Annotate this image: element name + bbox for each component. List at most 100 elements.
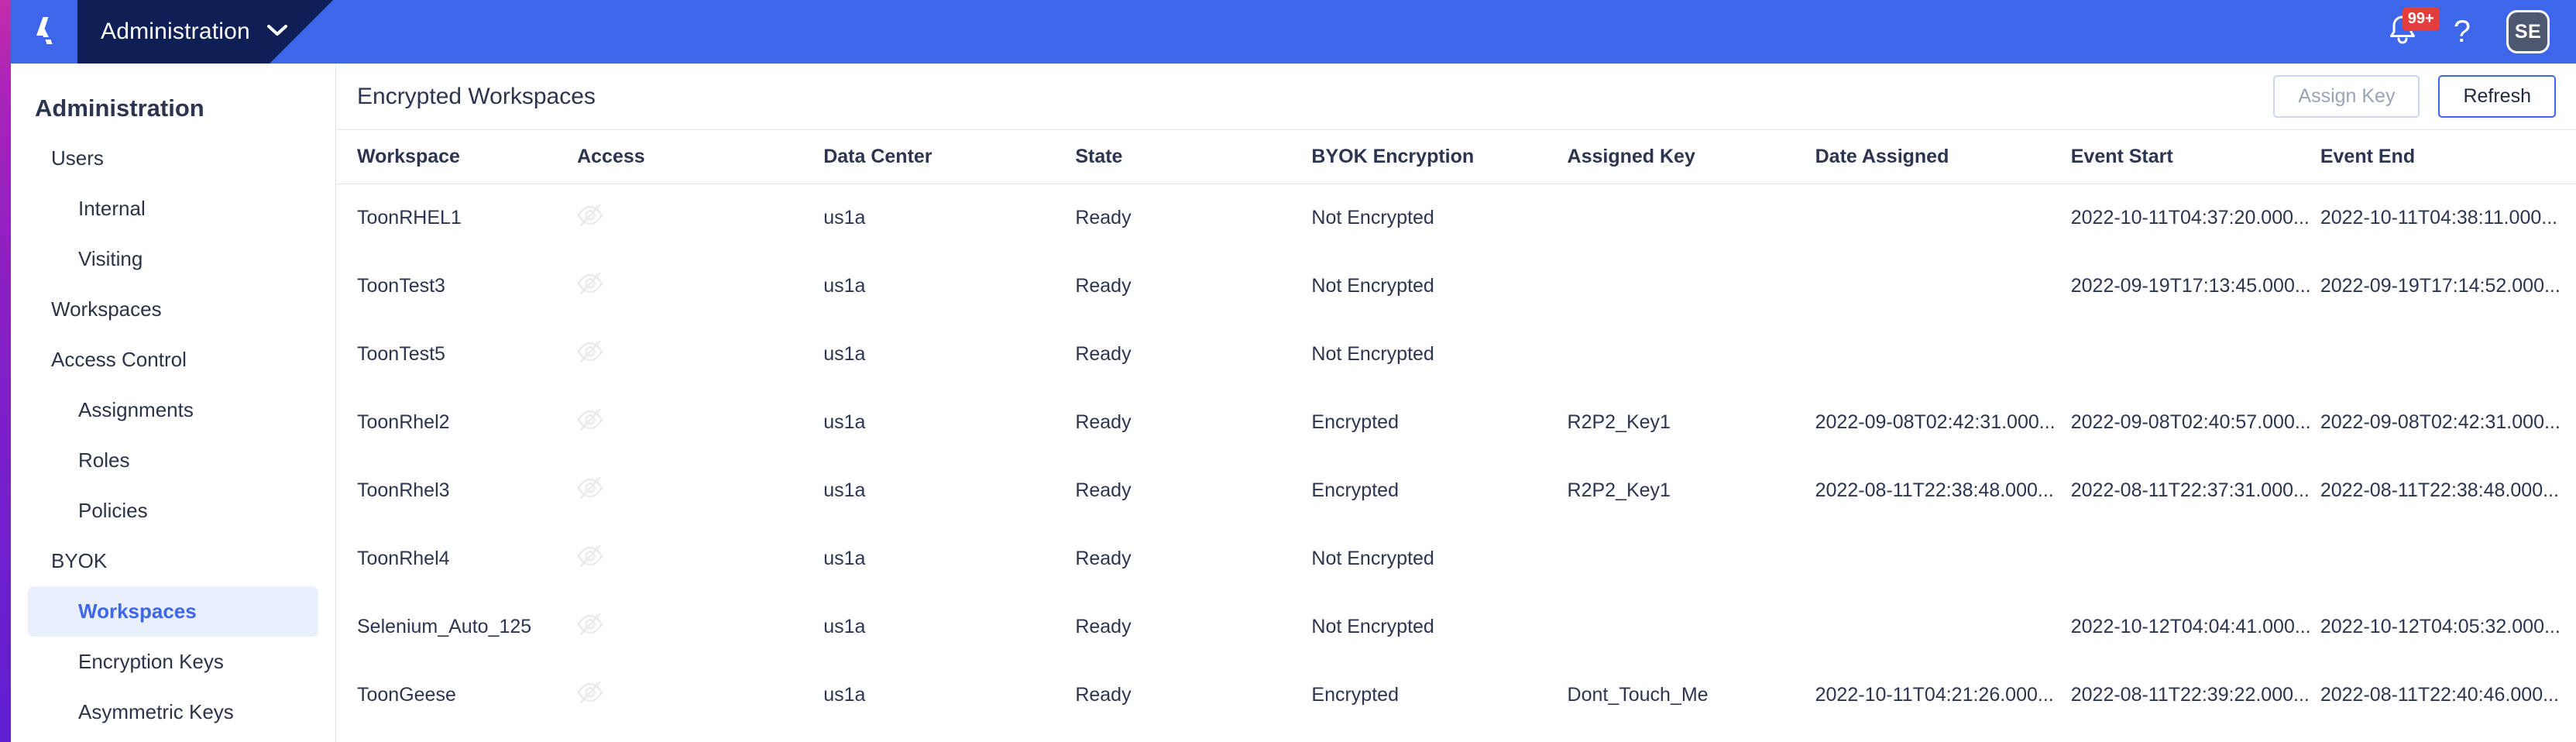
cell-byok-encryption: Encrypted bbox=[1311, 479, 1399, 501]
column-header-data-center[interactable]: Data Center bbox=[823, 130, 1076, 184]
column-header-access[interactable]: Access bbox=[577, 130, 824, 184]
cell-assigned-key: R2P2_Key1 bbox=[1567, 411, 1671, 433]
sidebar-item-roles[interactable]: Roles bbox=[11, 435, 335, 486]
cell-data-center bbox=[823, 730, 1075, 742]
cell-date-assigned bbox=[1815, 730, 2071, 742]
cell-workspace: ToonGeese bbox=[357, 684, 456, 706]
cell-byok-encryption: Not Encrypted bbox=[1311, 343, 1434, 365]
table-row[interactable]: ToonTest5 us1a Ready Not Encrypted bbox=[337, 321, 2576, 389]
question-mark-icon: ? bbox=[2453, 15, 2471, 49]
sidebar-title: Administration bbox=[35, 94, 204, 122]
cell-event-end bbox=[2320, 321, 2576, 389]
table-row[interactable]: Selenium_Auto_125 us1a Ready Not Encrypted 2… bbox=[337, 593, 2576, 661]
cell-data-center: us1a bbox=[823, 684, 866, 706]
encrypted-workspaces-table: Workspace Access Data Center State BYOK Encr… bbox=[337, 130, 2576, 742]
cell-data-center: us1a bbox=[823, 548, 866, 569]
table-header-row: Workspace Access Data Center State BYOK Encr… bbox=[337, 130, 2576, 184]
cell-access[interactable] bbox=[577, 252, 823, 321]
eye-off-icon bbox=[577, 476, 816, 505]
cell-date-assigned bbox=[1815, 184, 2071, 252]
cell-event-start bbox=[2071, 730, 2320, 742]
cell-byok-encryption: Encrypted bbox=[1311, 684, 1399, 706]
cell-assigned-key bbox=[1568, 321, 1815, 389]
app-title: Administration bbox=[101, 19, 250, 44]
cell-byok-encryption: Not Encrypted bbox=[1311, 616, 1434, 637]
cell-event-end: 2022-10-11T04:38:11.000... bbox=[2320, 207, 2558, 229]
app-switcher[interactable]: Administration bbox=[101, 0, 287, 64]
table-row[interactable]: ToonTest3 us1a Ready Not Encrypted 2022-09-1… bbox=[337, 252, 2576, 321]
cell-state: Ready bbox=[1075, 616, 1132, 637]
cell-data-center: us1a bbox=[823, 343, 866, 365]
cell-event-end: 2022-10-12T04:05:32.000... bbox=[2320, 616, 2561, 637]
eye-off-icon bbox=[577, 272, 816, 301]
cell-byok-encryption bbox=[1311, 730, 1567, 742]
table-row[interactable]: ToonGeese us1a Ready Encrypted Dont_Touch_Me… bbox=[337, 661, 2576, 730]
table-body: ToonRHEL1 us1a Ready Not Encrypted 2022-10-1… bbox=[337, 184, 2576, 742]
cell-access[interactable] bbox=[577, 457, 823, 525]
eye-off-icon bbox=[577, 613, 816, 641]
cell-access[interactable] bbox=[577, 593, 823, 661]
cell-state: Ready bbox=[1075, 207, 1132, 229]
sidebar-item-access-control[interactable]: Access Control bbox=[11, 335, 335, 385]
cell-event-end bbox=[2320, 525, 2576, 593]
sidebar-item-assignments[interactable]: Assignments bbox=[11, 385, 335, 435]
chevron-down-icon bbox=[266, 24, 287, 40]
sidebar-item-policies[interactable]: Policies bbox=[11, 486, 335, 536]
cell-access[interactable] bbox=[577, 321, 823, 389]
cell-byok-encryption: Encrypted bbox=[1311, 411, 1399, 433]
anaplan-a-logo-icon bbox=[26, 14, 62, 50]
column-header-assigned-key[interactable]: Assigned Key bbox=[1567, 130, 1815, 184]
cell-state: Ready bbox=[1075, 479, 1132, 501]
cell-date-assigned bbox=[1815, 525, 2071, 593]
column-header-event-end[interactable]: Event End bbox=[2320, 130, 2576, 184]
sidebar-item-visiting[interactable]: Visiting bbox=[11, 234, 335, 284]
sidebar-item-workspaces[interactable]: Workspaces bbox=[11, 284, 335, 335]
sidebar-item-asymmetric-keys[interactable]: Asymmetric Keys bbox=[11, 687, 335, 737]
refresh-button[interactable]: Refresh bbox=[2438, 75, 2556, 118]
cell-byok-encryption: Not Encrypted bbox=[1311, 207, 1434, 229]
cell-workspace: ToonTest5 bbox=[357, 343, 445, 365]
eye-off-icon bbox=[577, 408, 816, 437]
main-content: Encrypted Workspaces Assign Key Refresh … bbox=[337, 64, 2576, 742]
table-row[interactable]: ToonRhel2 us1a Ready Encrypted R2P2_Key1 2022… bbox=[337, 389, 2576, 457]
app-logo-tile[interactable] bbox=[11, 0, 77, 64]
avatar[interactable]: SE bbox=[2506, 10, 2550, 53]
cell-access[interactable] bbox=[577, 525, 823, 593]
cell-date-assigned: 2022-09-08T02:42:31.000... bbox=[1815, 411, 2056, 433]
column-header-event-start[interactable]: Event Start bbox=[2070, 130, 2320, 184]
table-scroll-container[interactable]: Workspace Access Data Center State BYOK Encr… bbox=[337, 130, 2576, 742]
sidebar-item-byok[interactable]: BYOK bbox=[11, 536, 335, 586]
cell-assigned-key bbox=[1568, 593, 1815, 661]
cell-access[interactable] bbox=[577, 389, 823, 457]
column-header-byok-encryption[interactable]: BYOK Encryption bbox=[1311, 130, 1568, 184]
cell-assigned-key: R2P2_Key1 bbox=[1567, 479, 1671, 501]
sidebar-item-users[interactable]: Users bbox=[11, 133, 335, 184]
cell-event-start bbox=[2071, 525, 2320, 593]
help-button[interactable]: ? bbox=[2454, 16, 2471, 47]
cell-date-assigned: 2022-08-11T22:38:48.000... bbox=[1815, 479, 2054, 501]
cell-access[interactable] bbox=[577, 661, 823, 730]
column-header-date-assigned[interactable]: Date Assigned bbox=[1815, 130, 2071, 184]
cell-data-center: us1a bbox=[823, 479, 866, 501]
table-row[interactable] bbox=[337, 730, 2576, 742]
cell-assigned-key bbox=[1568, 525, 1815, 593]
cell-event-start: 2022-08-11T22:39:22.000... bbox=[2070, 684, 2310, 706]
cell-assigned-key: Dont_Touch_Me bbox=[1567, 684, 1709, 706]
cell-workspace: ToonTest3 bbox=[357, 275, 445, 297]
cell-access[interactable] bbox=[577, 730, 823, 742]
assign-key-button[interactable]: Assign Key bbox=[2273, 75, 2420, 118]
sidebar-item-workspaces-selected[interactable]: Workspaces bbox=[28, 586, 318, 637]
table-row[interactable]: ToonRhel4 us1a Ready Not Encrypted bbox=[337, 525, 2576, 593]
eye-off-icon bbox=[577, 681, 816, 709]
cell-workspace: Selenium_Auto_125 bbox=[357, 616, 532, 637]
cell-workspace: ToonRHEL1 bbox=[357, 207, 462, 229]
column-header-state[interactable]: State bbox=[1075, 130, 1312, 184]
notifications-button[interactable]: 99+ bbox=[2387, 6, 2440, 50]
cell-workspace: ToonRhel2 bbox=[357, 411, 450, 433]
column-header-workspace[interactable]: Workspace bbox=[337, 130, 578, 184]
cell-access[interactable] bbox=[577, 184, 823, 252]
table-row[interactable]: ToonRHEL1 us1a Ready Not Encrypted 2022-10-1… bbox=[337, 184, 2576, 252]
sidebar-item-encryption-keys[interactable]: Encryption Keys bbox=[11, 637, 335, 687]
sidebar-item-internal[interactable]: Internal bbox=[11, 184, 335, 234]
table-row[interactable]: ToonRhel3 us1a Ready Encrypted R2P2_Key1 2022… bbox=[337, 457, 2576, 525]
